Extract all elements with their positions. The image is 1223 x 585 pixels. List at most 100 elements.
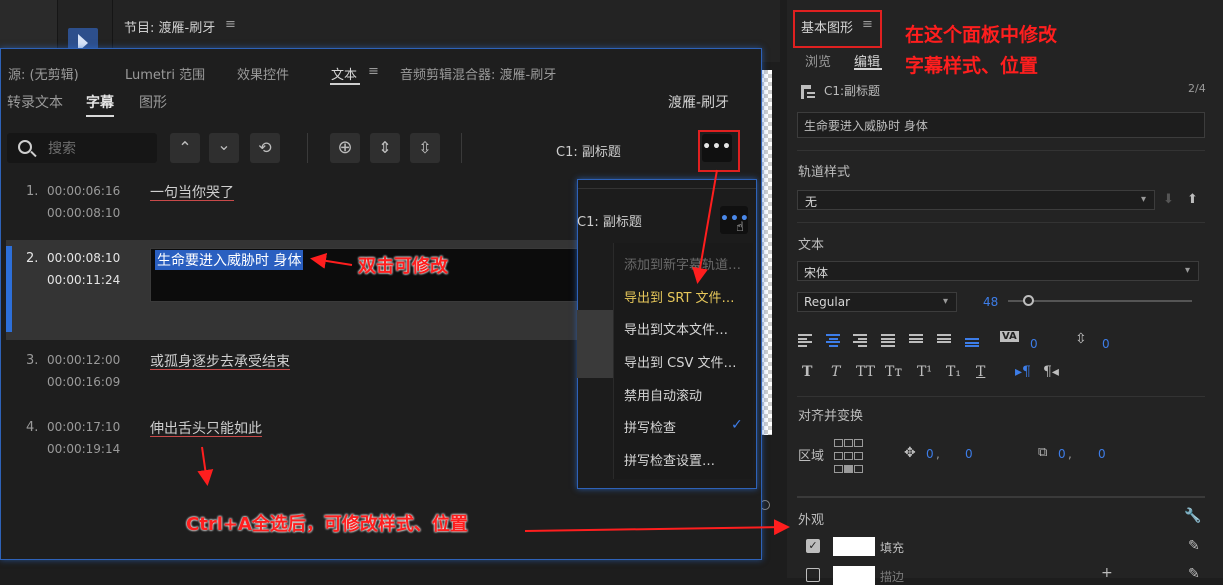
underline-icon[interactable]: T bbox=[976, 364, 985, 380]
position-x[interactable]: 0 bbox=[926, 447, 934, 461]
stroke-checkbox[interactable] bbox=[806, 568, 820, 582]
caption-end[interactable]: 00:00:11:24 bbox=[47, 269, 120, 291]
tab-menu-icon[interactable]: ≡ bbox=[368, 64, 379, 79]
plus-icon[interactable]: + bbox=[1101, 565, 1113, 581]
menu-item-spell-check[interactable]: 拼写检查 bbox=[624, 417, 676, 436]
wrench-icon[interactable]: 🔧 bbox=[1184, 508, 1201, 524]
align-center-icon[interactable] bbox=[826, 334, 840, 347]
toolbar-divider bbox=[307, 133, 308, 163]
position-y[interactable]: 0 bbox=[965, 447, 973, 461]
fill-color-swatch[interactable] bbox=[833, 537, 875, 556]
program-menu-icon[interactable]: ≡ bbox=[225, 17, 236, 32]
divider bbox=[797, 150, 1205, 151]
caption-end[interactable]: 00:00:08:10 bbox=[47, 202, 120, 224]
slider-handle[interactable] bbox=[1023, 295, 1034, 306]
tab-underline bbox=[854, 68, 882, 70]
panel-menu-icon[interactable]: ≡ bbox=[862, 17, 873, 32]
caption-track-label: C1: 副标题 bbox=[556, 145, 621, 160]
tracking-value[interactable]: 0 bbox=[1030, 337, 1038, 351]
menu-item-export-csv[interactable]: 导出到 CSV 文件… bbox=[624, 352, 737, 371]
caption-start[interactable]: 00:00:17:10 bbox=[47, 416, 120, 438]
fill-checkbox[interactable]: ✓ bbox=[806, 539, 820, 553]
stroke-label: 描边 bbox=[880, 570, 905, 584]
split-caption-icon[interactable]: ⇕ bbox=[370, 133, 400, 163]
align-right-icon[interactable] bbox=[853, 334, 867, 347]
region-label: 区域 bbox=[798, 449, 825, 464]
align-middle-row-icon[interactable] bbox=[834, 449, 872, 460]
hand-cursor-icon: ☝ bbox=[736, 220, 744, 235]
position-icon: ✥ bbox=[904, 445, 916, 461]
divider bbox=[797, 396, 1205, 397]
annotation-ctrl-a: Ctrl+A全选后，可修改样式、位置 bbox=[186, 514, 468, 535]
justify-all-icon[interactable] bbox=[937, 334, 951, 346]
program-monitor-title[interactable]: 节目: 渡雁-刷牙 bbox=[124, 17, 215, 36]
panel-title[interactable]: 基本图形 bbox=[801, 17, 853, 36]
faux-italic-icon[interactable]: T bbox=[831, 364, 840, 380]
caption-end[interactable]: 00:00:19:14 bbox=[47, 438, 120, 460]
caption-text[interactable]: 一句当你哭了 bbox=[150, 182, 234, 202]
menu-item-spell-settings[interactable]: 拼写检查设置… bbox=[624, 450, 715, 469]
tab-source[interactable]: 源: (无剪辑) bbox=[8, 64, 79, 83]
superscript-icon[interactable]: T¹ bbox=[917, 364, 932, 380]
caption-start[interactable]: 00:00:08:10 bbox=[47, 247, 120, 269]
caption-start[interactable]: 00:00:06:16 bbox=[47, 180, 120, 202]
chevron-down-icon: ▾ bbox=[943, 296, 949, 307]
selection-indicator bbox=[6, 246, 12, 332]
chevron-down-icon[interactable]: ⌄ bbox=[209, 133, 239, 163]
eyedropper-icon[interactable]: ✎ bbox=[1188, 566, 1200, 582]
font-size-slider[interactable] bbox=[1008, 300, 1192, 302]
subtab-transcript[interactable]: 转录文本 bbox=[7, 92, 63, 112]
tab-effect-controls[interactable]: 效果控件 bbox=[237, 64, 289, 83]
menu-item-export-text[interactable]: 导出到文本文件… bbox=[624, 319, 728, 338]
font-family-select[interactable] bbox=[797, 261, 1199, 281]
leading-value[interactable]: 0 bbox=[1102, 337, 1110, 351]
align-top-row-icon[interactable] bbox=[834, 436, 872, 447]
align-bottom-icon[interactable] bbox=[965, 338, 979, 350]
faux-bold-icon[interactable]: T bbox=[802, 364, 812, 380]
small-caps-icon[interactable]: Tᴛ bbox=[885, 364, 902, 380]
justify-center-icon[interactable] bbox=[909, 334, 923, 346]
eyedropper-icon[interactable]: ✎ bbox=[1188, 538, 1200, 554]
caption-index: 3. bbox=[26, 353, 39, 368]
ltr-text-icon[interactable]: ▸¶ bbox=[1015, 364, 1031, 380]
menu-item-export-srt[interactable]: 导出到 SRT 文件… bbox=[624, 287, 735, 306]
justify-left-icon[interactable] bbox=[881, 334, 895, 347]
caption-start[interactable]: 00:00:12:00 bbox=[47, 349, 120, 371]
subscript-icon[interactable]: T₁ bbox=[946, 364, 961, 380]
tab-audio-mixer[interactable]: 音频剪辑混合器: 渡雁-刷牙 bbox=[400, 64, 556, 83]
panel-tab-bar: 源: (无剪辑) Lumetri 范围 效果控件 文本 ≡ 音频剪辑混合器: 渡… bbox=[0, 60, 745, 84]
tab-browse[interactable]: 浏览 bbox=[805, 51, 831, 70]
subtab-captions[interactable]: 字幕 bbox=[86, 92, 114, 112]
text-section-label: 文本 bbox=[798, 238, 825, 253]
annotation-line: 在这个面板中修改 bbox=[905, 24, 1058, 46]
menu-item-disable-autoscroll[interactable]: 禁用自动滚动 bbox=[624, 385, 702, 404]
rtl-text-icon[interactable]: ¶◂ bbox=[1043, 364, 1059, 380]
row-preview bbox=[577, 310, 613, 378]
caption-end[interactable]: 00:00:16:09 bbox=[47, 371, 120, 393]
track-style-select[interactable] bbox=[797, 190, 1155, 210]
tab-lumetri-scopes[interactable]: Lumetri 范围 bbox=[125, 64, 205, 83]
push-up-icon[interactable]: ⬆ bbox=[1187, 192, 1198, 207]
all-caps-icon[interactable]: TT bbox=[856, 364, 875, 380]
annotation-highlight-box bbox=[698, 130, 740, 172]
add-caption-icon[interactable]: ⊕ bbox=[330, 133, 360, 163]
push-down-icon[interactable]: ⬇ bbox=[1163, 192, 1174, 207]
annotation-line: 字幕样式、位置 bbox=[905, 55, 1039, 77]
font-size-value[interactable]: 48 bbox=[983, 295, 998, 309]
align-bottom-row-icon[interactable] bbox=[834, 462, 872, 473]
scale-y[interactable]: 0 bbox=[1098, 447, 1106, 461]
merge-caption-icon[interactable]: ⇳ bbox=[410, 133, 440, 163]
subtab-graphics[interactable]: 图形 bbox=[139, 92, 167, 112]
caption-text-selected[interactable]: 生命要进入威胁时 身体 bbox=[155, 250, 304, 270]
fill-label: 填充 bbox=[880, 541, 905, 555]
stroke-color-swatch[interactable] bbox=[833, 566, 875, 585]
chevron-up-icon[interactable]: ⌃ bbox=[170, 133, 200, 163]
font-family-value: 宋体 bbox=[804, 266, 829, 280]
caption-text[interactable]: 或孤身逐步去承受结束 bbox=[150, 351, 290, 371]
align-left-icon[interactable] bbox=[798, 334, 812, 347]
caption-text[interactable]: 伸出舌头只能如此 bbox=[150, 418, 262, 438]
scale-x[interactable]: 0 bbox=[1058, 447, 1066, 461]
replace-icon[interactable]: ⟲ bbox=[250, 133, 280, 163]
menu-divider bbox=[578, 188, 756, 189]
tab-text[interactable]: 文本 bbox=[331, 64, 357, 83]
